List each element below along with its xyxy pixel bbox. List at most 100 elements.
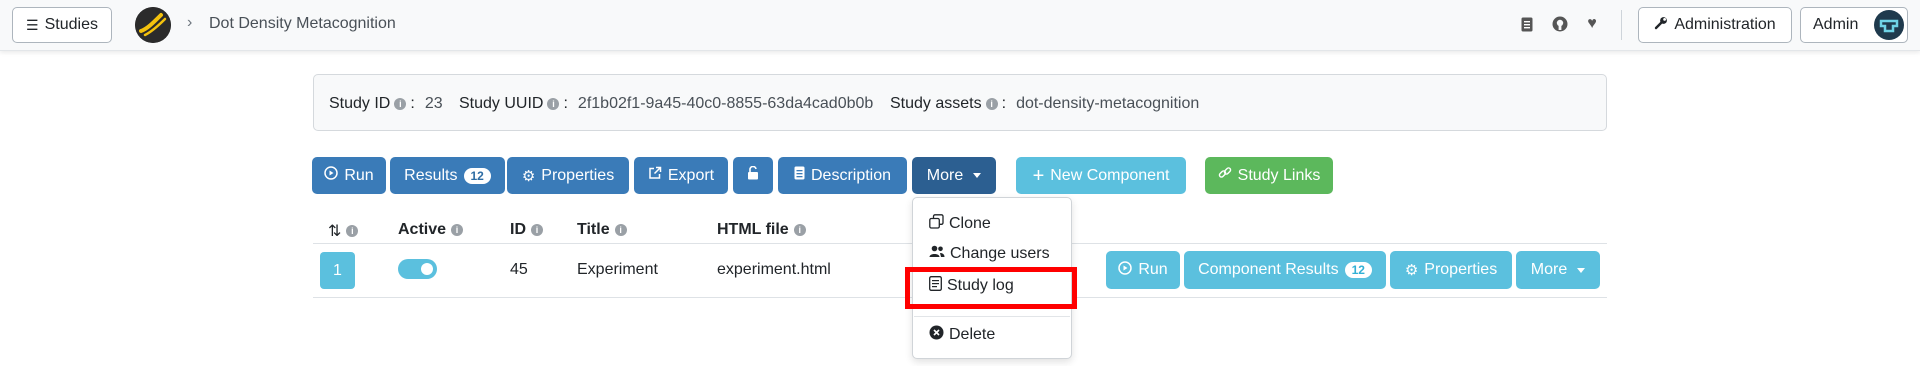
info-icon[interactable]: i [451, 224, 464, 236]
study-uuid-label: Study UUID [459, 95, 544, 112]
caret-down-icon [973, 173, 982, 178]
component-properties-button[interactable]: ⚙ Properties [1390, 251, 1512, 289]
properties-label: Properties [541, 166, 615, 184]
component-title: Experiment [577, 261, 658, 278]
studies-label: Studies [44, 16, 98, 33]
jatos-logo[interactable] [135, 7, 171, 43]
top-navbar: ☰ Studies › Dot Density Metacognition ♥ … [0, 0, 1920, 51]
study-info-bar: Study ID i: 23 Study UUID i: 2f1b02f1-9a… [313, 74, 1607, 131]
info-icon[interactable]: i [985, 98, 998, 110]
lock-button[interactable] [733, 157, 773, 194]
more-dropdown-button[interactable]: More [912, 157, 996, 194]
heart-icon[interactable]: ♥ [1583, 15, 1601, 33]
header-title: Title i [577, 221, 627, 239]
study-assets-label: Study assets [890, 95, 982, 112]
study-links-button[interactable]: Study Links [1205, 157, 1333, 194]
document-icon [794, 166, 805, 185]
active-header-label: Active [398, 221, 447, 238]
github-icon[interactable] [1551, 15, 1569, 33]
users-icon [929, 245, 945, 263]
results-count-badge: 12 [463, 167, 491, 184]
component-html-file: experiment.html [717, 261, 831, 278]
run-study-button[interactable]: Run [312, 157, 386, 194]
new-component-button[interactable]: + New Component [1016, 157, 1186, 194]
header-id: ID i [510, 221, 543, 239]
study-assets-value: dot-density-metacognition [1016, 95, 1200, 112]
dropdown-divider [914, 316, 1070, 317]
delete-label: Delete [949, 326, 996, 343]
delete-icon [929, 325, 944, 345]
copy-icon [929, 214, 944, 234]
clone-menu-item[interactable]: Clone [929, 214, 991, 234]
component-results-count-badge: 12 [1344, 262, 1372, 278]
play-circle-icon [324, 166, 339, 185]
external-link-icon [648, 166, 662, 185]
highlight-box [905, 267, 1077, 309]
component-results-label: Component Results [1198, 261, 1339, 278]
chevron-right-icon: › [187, 14, 193, 31]
export-label: Export [667, 166, 715, 184]
description-button[interactable]: Description [778, 157, 907, 194]
administration-label: Administration [1674, 16, 1776, 33]
info-icon[interactable]: i [614, 224, 627, 236]
wrench-icon [1654, 16, 1668, 35]
info-icon[interactable]: i [547, 98, 560, 110]
study-uuid-info: Study UUID i: 2f1b02f1-9a45-40c0-8855-63… [459, 95, 874, 112]
results-label: Results [404, 166, 458, 184]
component-position-badge[interactable]: 1 [320, 252, 355, 289]
info-icon[interactable]: i [394, 98, 407, 110]
gear-icon: ⚙ [521, 167, 536, 185]
component-more-button[interactable]: More [1516, 251, 1600, 289]
header-position[interactable]: ⇅ i [328, 221, 359, 241]
gear-icon: ⚙ [1404, 262, 1419, 279]
studies-button[interactable]: ☰ Studies [12, 7, 112, 43]
delete-menu-item[interactable]: Delete [929, 325, 995, 345]
export-button[interactable]: Export [634, 157, 728, 194]
study-id-label: Study ID [329, 95, 391, 112]
html-file-header-label: HTML file [717, 221, 789, 238]
component-properties-label: Properties [1424, 261, 1498, 278]
id-header-label: ID [510, 221, 526, 238]
component-id: 45 [510, 261, 528, 278]
component-more-label: More [1530, 261, 1568, 278]
component-run-button[interactable]: Run [1106, 251, 1180, 289]
study-id-info: Study ID i: 23 [329, 95, 443, 112]
new-component-label: New Component [1050, 166, 1170, 184]
document-icon[interactable] [1518, 15, 1536, 33]
info-icon[interactable]: i [531, 224, 543, 236]
active-toggle[interactable] [398, 259, 437, 279]
change-users-menu-item[interactable]: Change users [929, 245, 1050, 263]
clone-label: Clone [949, 215, 991, 232]
study-uuid-value: 2f1b02f1-9a45-40c0-8855-63da4cad0b0b [577, 95, 874, 112]
play-circle-icon [1118, 260, 1133, 280]
more-label: More [926, 166, 964, 184]
unlock-icon [747, 165, 759, 185]
description-label: Description [810, 166, 892, 184]
menu-icon: ☰ [26, 16, 39, 33]
avatar [1874, 10, 1904, 40]
study-id-value: 23 [424, 95, 443, 112]
administration-button[interactable]: Administration [1638, 7, 1792, 43]
run-label: Run [344, 166, 374, 184]
header-active: Active i [398, 221, 464, 239]
component-run-label: Run [1138, 261, 1168, 278]
title-header-label: Title [577, 221, 610, 238]
breadcrumb-study-title: Dot Density Metacognition [209, 15, 396, 32]
info-icon[interactable]: i [346, 225, 359, 237]
caret-down-icon [1577, 267, 1586, 273]
info-icon[interactable]: i [793, 224, 806, 236]
study-links-label: Study Links [1237, 166, 1321, 184]
plus-icon: + [1032, 164, 1045, 187]
navbar-divider [1621, 10, 1622, 40]
toggle-knob [421, 263, 433, 275]
user-label: Admin [1813, 16, 1859, 33]
properties-button[interactable]: ⚙ Properties [507, 157, 629, 194]
study-assets-info: Study assets i: dot-density-metacognitio… [890, 95, 1200, 112]
results-button[interactable]: Results 12 [390, 157, 505, 194]
sort-arrows-icon: ⇅ [328, 223, 342, 240]
user-menu-button[interactable]: Admin [1800, 7, 1908, 43]
link-icon [1218, 166, 1232, 185]
header-html-file: HTML file i [717, 221, 806, 239]
component-results-button[interactable]: Component Results 12 [1184, 251, 1386, 289]
change-users-label: Change users [950, 245, 1050, 262]
